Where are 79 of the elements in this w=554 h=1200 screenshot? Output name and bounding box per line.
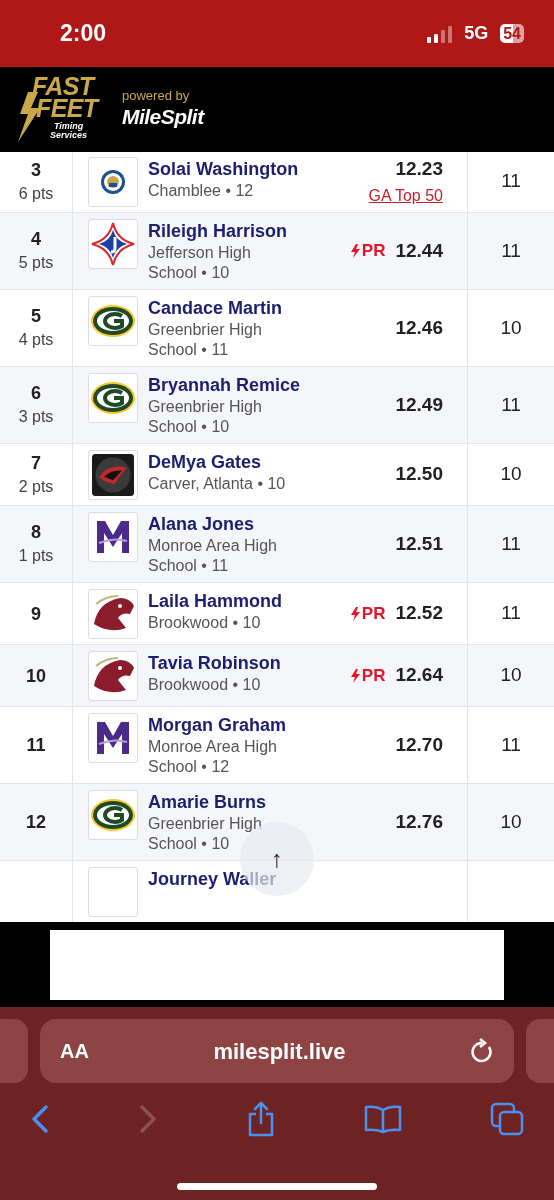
school-grade-label: Greenbrier High School • 11	[148, 320, 263, 360]
table-cell-text: 10	[500, 315, 522, 340]
partner-logo: MileSplit	[122, 105, 204, 127]
table-cell-text: 10	[500, 809, 522, 834]
place-number: 5	[31, 305, 41, 328]
clock-time: 2:00	[60, 19, 107, 49]
tabs-icon[interactable]	[490, 1102, 524, 1136]
table-cell-text: 11	[501, 601, 521, 626]
school-grade-label: Greenbrier High School • 10	[148, 397, 263, 437]
result-time: 12.64	[395, 663, 443, 688]
fast-feet-logo: FAST FEET Timing Services	[18, 73, 110, 146]
school-logo	[88, 867, 138, 917]
points-label: 5 pts	[18, 253, 54, 273]
points-label: 3 pts	[18, 407, 54, 427]
result-time: 12.44	[395, 238, 443, 263]
place-number: 12	[26, 811, 46, 834]
place-number: 10	[26, 664, 46, 688]
address-bar[interactable]: AA milesplit.live	[40, 1019, 514, 1083]
place-number: 7	[31, 451, 41, 475]
result-time: 12.52	[395, 601, 443, 626]
athlete-name[interactable]: DeMya Gates	[148, 450, 396, 474]
url-label: milesplit.live	[212, 1037, 347, 1066]
result-time: 12.76	[395, 809, 443, 834]
bookmarks-icon[interactable]	[364, 1104, 402, 1134]
powered-by-label: powered by	[122, 87, 191, 106]
school-grade-label: Jefferson High School • 10	[148, 243, 252, 283]
place-number: 3	[31, 158, 41, 182]
school-grade-label: Monroe Area High School • 11	[148, 536, 278, 576]
school-grade-label: Monroe Area High School • 12	[148, 737, 278, 777]
athlete-name[interactable]: Tavia Robinson	[148, 651, 351, 675]
athlete-name[interactable]: Laila Hammond	[148, 589, 351, 613]
ranking-link[interactable]: GA Top 50	[368, 183, 443, 208]
lightning-icon	[350, 606, 360, 621]
pr-label: PR	[350, 238, 386, 264]
lightning-icon	[350, 244, 360, 258]
school-grade-label: Brookwood • 10	[148, 675, 262, 695]
points-label: 6 pts	[18, 183, 54, 204]
athlete-name[interactable]: Morgan Graham	[148, 713, 396, 737]
athlete-name[interactable]: Candace Martin	[148, 296, 396, 320]
place-number: 4	[31, 228, 41, 251]
table-cell-text: 11	[501, 392, 521, 417]
result-time: 12.46	[395, 315, 443, 340]
school-grade-label: Carver, Atlanta • 10	[148, 474, 287, 494]
athlete-name[interactable]: Bryannah Remice	[148, 373, 396, 397]
result-time: 12.50	[395, 462, 443, 487]
reload-icon[interactable]	[470, 1038, 494, 1064]
table-cell-text: 11	[501, 238, 521, 263]
back-icon[interactable]	[30, 1104, 50, 1134]
result-time: 12.51	[395, 531, 443, 556]
points-label: 2 pts	[18, 476, 54, 497]
seal-icon	[100, 169, 126, 195]
school-grade-label: Chamblee • 12	[148, 181, 255, 201]
table-cell-text: 11	[501, 531, 521, 556]
points-label: 1 pts	[18, 546, 54, 566]
place-number: 8	[31, 521, 41, 544]
place-number: 6	[31, 382, 41, 405]
share-icon[interactable]	[246, 1101, 276, 1137]
result-time: 12.70	[395, 732, 443, 757]
place-number: 9	[31, 602, 41, 626]
network-label: 5G	[464, 22, 489, 45]
table-cell-text: 11	[501, 169, 521, 194]
battery-indicator: 54	[500, 24, 524, 43]
pr-label: PR	[350, 662, 386, 689]
points-label: 4 pts	[18, 330, 54, 350]
athlete-name[interactable]: Amarie Burns	[148, 790, 396, 814]
result-time: 12.23	[395, 157, 443, 182]
text-size-button[interactable]: AA	[60, 1036, 89, 1066]
table-cell-text: 10	[500, 663, 522, 688]
athlete-name[interactable]: Alana Jones	[148, 512, 396, 536]
pr-label: PR	[350, 600, 386, 627]
school-grade-label: Brookwood • 10	[148, 613, 262, 633]
table-cell-text: 11	[501, 732, 521, 757]
athlete-name[interactable]: Rileigh Harrison	[148, 219, 351, 243]
result-time: 12.49	[395, 392, 443, 417]
table-cell-text: 10	[500, 462, 522, 487]
signal-icon	[427, 24, 453, 43]
athlete-name[interactable]: Solai Washington	[148, 157, 369, 181]
place-number: 11	[26, 734, 46, 757]
lightning-icon	[350, 668, 360, 683]
